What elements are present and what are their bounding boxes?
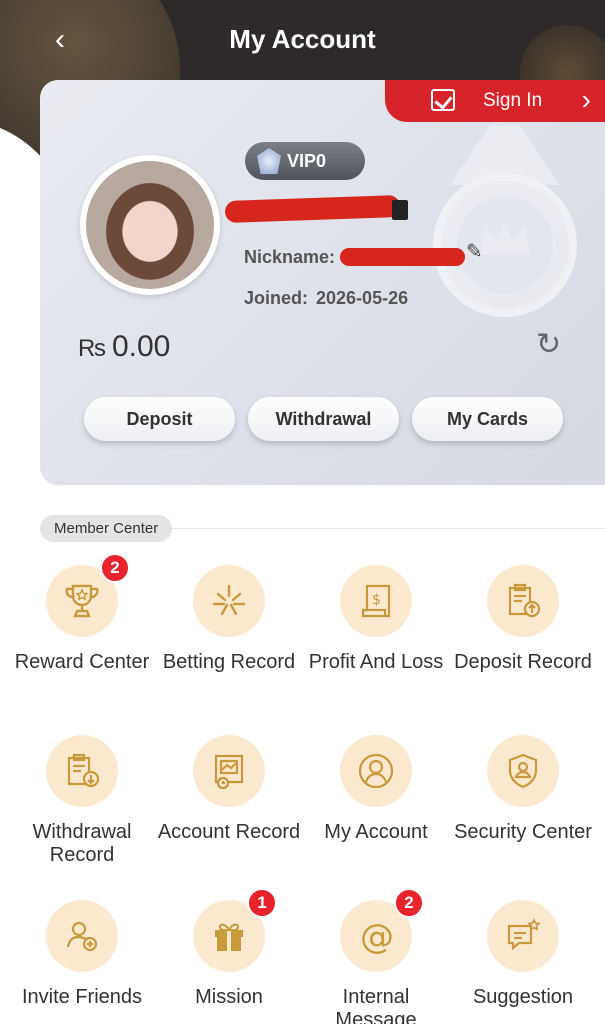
svg-text:$: $ — [372, 592, 381, 608]
withdrawal-record-icon — [67, 753, 100, 788]
menu-item-account-record[interactable]: Account Record — [155, 735, 303, 844]
vip-badge[interactable]: VIP0 — [245, 142, 365, 180]
vip-gem-icon — [257, 148, 281, 174]
avatar[interactable] — [80, 155, 220, 295]
menu-item-label: Account Record — [157, 821, 301, 843]
balance: ₨ 0.00 — [78, 330, 170, 364]
menu-item-suggestion[interactable]: Suggestion — [449, 900, 597, 1009]
account-card: Sign In › VIP0 Nickname: ✎ Joined: 2026-0… — [40, 80, 605, 485]
menu-item-label: Mission — [195, 986, 263, 1008]
username-redaction — [224, 194, 401, 224]
menu-item-invite-friends[interactable]: Invite Friends — [8, 900, 156, 1009]
menu-item-reward-center[interactable]: 2 Reward Center — [8, 553, 156, 674]
deposit-record-icon — [508, 583, 541, 618]
withdrawal-button[interactable]: Withdrawal — [248, 397, 399, 441]
notification-badge: 1 — [247, 888, 277, 918]
nickname-label: Nickname: — [244, 247, 336, 267]
trophy-icon — [65, 584, 99, 618]
action-buttons: Deposit Withdrawal My Cards — [84, 397, 563, 441]
suggestion-icon — [507, 918, 541, 951]
sign-in-button[interactable]: Sign In › — [385, 80, 605, 122]
receipt-icon: $ — [361, 584, 391, 618]
menu-item-withdrawal-record[interactable]: Withdrawal Record — [8, 735, 156, 867]
svg-text:@: @ — [360, 917, 394, 957]
joined-label: Joined: — [244, 288, 309, 308]
deposit-button[interactable]: Deposit — [84, 397, 235, 441]
page-title: My Account — [229, 24, 376, 54]
notification-badge: 2 — [394, 888, 424, 918]
at-icon: @ — [360, 917, 394, 957]
menu-item-my-account[interactable]: My Account — [302, 735, 450, 844]
menu-item-label: Suggestion — [472, 986, 574, 1008]
pencil-icon[interactable]: ✎ — [466, 242, 486, 262]
sign-in-label: Sign In — [483, 90, 543, 111]
menu-item-internal-message[interactable]: @ 2 Internal Message — [302, 888, 450, 1024]
joined-date: 2026-05-26 — [316, 288, 409, 308]
currency-symbol: ₨ — [78, 335, 106, 362]
account-record-icon — [214, 754, 244, 790]
menu-item-security-center[interactable]: Security Center — [449, 735, 597, 844]
menu-item-label: Deposit Record — [454, 651, 592, 673]
betting-icon — [212, 584, 246, 616]
menu-item-betting-record[interactable]: Betting Record — [155, 565, 303, 674]
menu-item-label: My Account — [324, 821, 428, 843]
notification-badge: 2 — [100, 553, 130, 583]
user-icon — [358, 753, 394, 789]
gift-icon — [215, 923, 243, 951]
menu-item-deposit-record[interactable]: Deposit Record — [449, 565, 597, 674]
my-cards-button[interactable]: My Cards — [412, 397, 563, 441]
menu-item-label: Betting Record — [162, 651, 296, 673]
medal-watermark-icon — [433, 125, 577, 317]
balance-amount: 0.00 — [111, 330, 171, 363]
menu-item-label: Withdrawal Record — [32, 821, 132, 866]
menu-item-label: Reward Center — [14, 651, 150, 673]
menu-item-mission[interactable]: 1 Mission — [155, 888, 303, 1009]
menu-item-label: Security Center — [454, 821, 592, 843]
joined-info: Joined: 2026-05-26 — [244, 288, 408, 309]
chevron-right-icon: › — [581, 84, 591, 115]
shield-icon — [508, 753, 538, 789]
menu-item-label: Internal Message — [335, 986, 417, 1024]
menu-item-profit-and-loss[interactable]: $ Profit And Loss — [302, 565, 450, 674]
refresh-icon[interactable]: ↻ — [536, 330, 566, 360]
nickname-redaction — [340, 248, 465, 266]
copy-icon[interactable] — [392, 200, 408, 220]
invite-icon — [66, 921, 98, 952]
member-center-title: Member Center — [40, 515, 173, 542]
menu-item-label: Invite Friends — [21, 986, 143, 1008]
calendar-check-icon — [431, 89, 455, 111]
menu-item-label: Profit And Loss — [308, 651, 444, 673]
